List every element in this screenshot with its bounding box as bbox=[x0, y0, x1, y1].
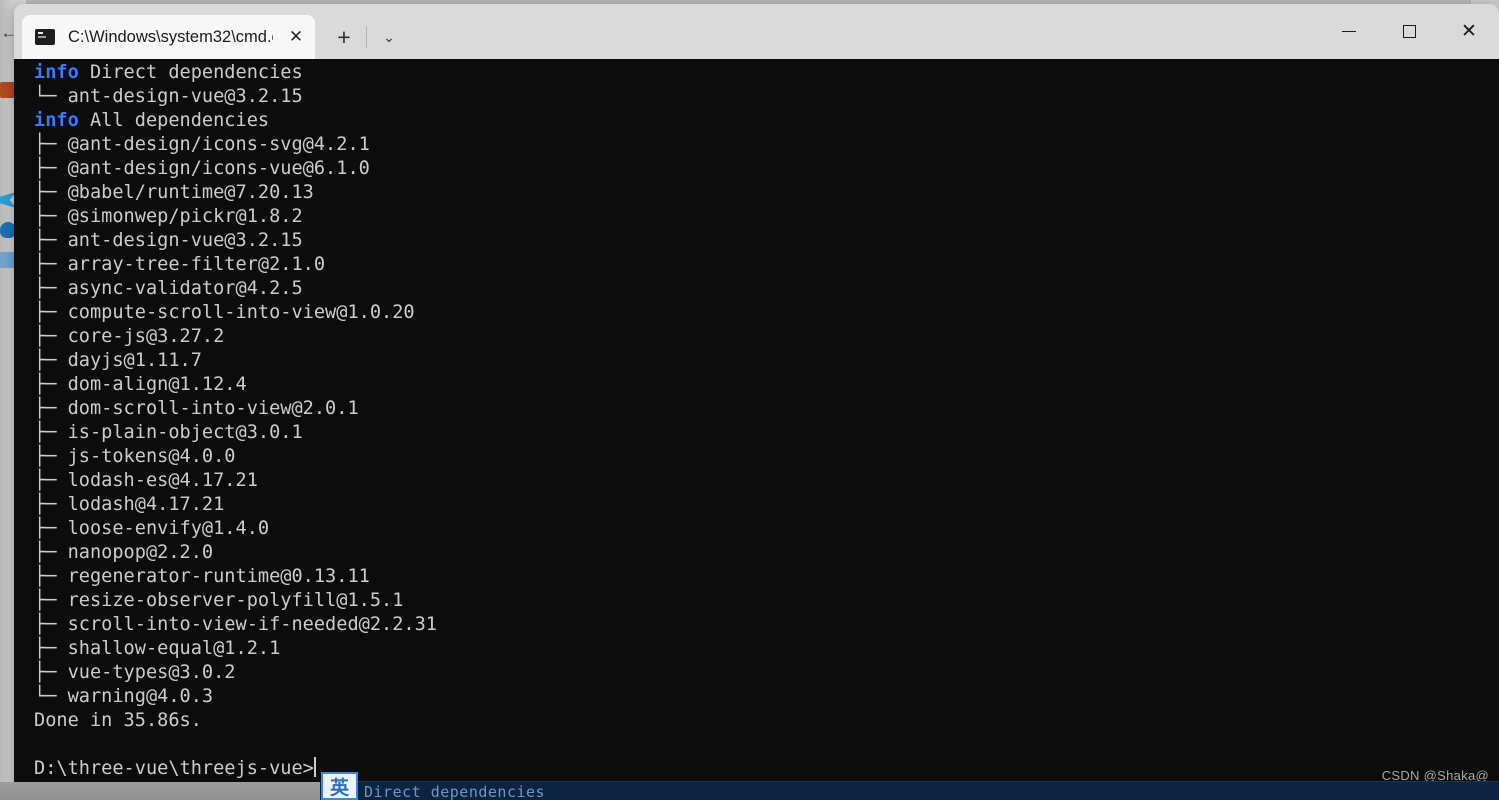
text-cursor bbox=[313, 757, 316, 777]
console-line-text: Done in 35.86s. bbox=[34, 710, 202, 731]
close-icon: ✕ bbox=[1461, 21, 1477, 42]
console-line: info All dependencies bbox=[34, 109, 1499, 133]
ime-candidate-bar[interactable]: Direct dependencies bbox=[320, 781, 1499, 800]
dependency-entry: ├─ core-js@3.27.2 bbox=[34, 326, 225, 347]
console-line: ├─ resize-observer-polyfill@1.5.1 bbox=[34, 589, 1499, 613]
tab-separator bbox=[366, 26, 367, 48]
dependency-entry: ├─ @babel/runtime@7.20.13 bbox=[34, 182, 314, 203]
console-line-text: Direct dependencies bbox=[78, 62, 303, 83]
maximize-button[interactable] bbox=[1379, 4, 1439, 59]
dependency-entry: ├─ loose-envify@1.4.0 bbox=[34, 518, 270, 539]
console-line: └─ warning@4.0.3 bbox=[34, 685, 1499, 709]
console-line: ├─ array-tree-filter@2.1.0 bbox=[34, 253, 1499, 277]
console-line: ├─ lodash-es@4.17.21 bbox=[34, 469, 1499, 493]
dependency-entry: ├─ dom-scroll-into-view@2.0.1 bbox=[34, 398, 359, 419]
dependency-entry: ├─ resize-observer-polyfill@1.5.1 bbox=[34, 590, 404, 611]
close-tab-icon[interactable]: ✕ bbox=[283, 24, 309, 50]
console-line: ├─ compute-scroll-into-view@1.0.20 bbox=[34, 301, 1499, 325]
dependency-entry: ├─ compute-scroll-into-view@1.0.20 bbox=[34, 302, 415, 323]
console-prompt: D:\three-vue\threejs-vue> bbox=[34, 758, 314, 779]
tab-title: C:\Windows\system32\cmd.e: bbox=[68, 27, 273, 46]
dependency-entry: ├─ nanopop@2.2.0 bbox=[34, 542, 214, 563]
console-line: ├─ @simonwep/pickr@1.8.2 bbox=[34, 205, 1499, 229]
console-line: ├─ core-js@3.27.2 bbox=[34, 325, 1499, 349]
new-tab-button[interactable]: + bbox=[327, 20, 361, 54]
console-line: ├─ dayjs@1.11.7 bbox=[34, 349, 1499, 373]
dependency-entry: ├─ array-tree-filter@2.1.0 bbox=[34, 254, 326, 275]
dependency-entry: ├─ @ant-design/icons-svg@4.2.1 bbox=[34, 134, 370, 155]
chevron-down-icon[interactable]: ⌄ bbox=[372, 20, 406, 54]
console-line: ├─ dom-scroll-into-view@2.0.1 bbox=[34, 397, 1499, 421]
dependency-entry: ├─ regenerator-runtime@0.13.11 bbox=[34, 566, 370, 587]
console-line: ├─ dom-align@1.12.4 bbox=[34, 373, 1499, 397]
ime-candidate-text: Direct dependencies bbox=[364, 783, 546, 800]
dependency-entry: ├─ is-plain-object@3.0.1 bbox=[34, 422, 303, 443]
dependency-entry: ├─ scroll-into-view-if-needed@2.2.31 bbox=[34, 614, 437, 635]
console-line: D:\three-vue\threejs-vue> bbox=[34, 757, 1499, 781]
console-info-tag: info bbox=[34, 62, 79, 83]
console-line: ├─ ant-design-vue@3.2.15 bbox=[34, 229, 1499, 253]
console-line-text: All dependencies bbox=[78, 110, 270, 131]
console-line: ├─ @babel/runtime@7.20.13 bbox=[34, 181, 1499, 205]
console-line: ├─ loose-envify@1.4.0 bbox=[34, 517, 1499, 541]
ime-mode-icon[interactable]: 英 bbox=[321, 772, 358, 800]
console-line: ├─ @ant-design/icons-svg@4.2.1 bbox=[34, 133, 1499, 157]
minimize-button[interactable] bbox=[1319, 4, 1379, 59]
console-line: ├─ is-plain-object@3.0.1 bbox=[34, 421, 1499, 445]
console-line: ├─ vue-types@3.0.2 bbox=[34, 661, 1499, 685]
console-line: info Direct dependencies bbox=[34, 61, 1499, 85]
console-line: ├─ async-validator@4.2.5 bbox=[34, 277, 1499, 301]
terminal-window: C:\Windows\system32\cmd.e: ✕ + ⌄ ✕ info … bbox=[14, 4, 1499, 796]
dependency-entry: ├─ lodash@4.17.21 bbox=[34, 494, 225, 515]
dependency-entry: ├─ js-tokens@4.0.0 bbox=[34, 446, 236, 467]
title-bar: C:\Windows\system32\cmd.e: ✕ + ⌄ ✕ bbox=[14, 4, 1499, 59]
console-line: ├─ shallow-equal@1.2.1 bbox=[34, 637, 1499, 661]
window-controls: ✕ bbox=[1319, 4, 1499, 59]
dependency-entry: ├─ @simonwep/pickr@1.8.2 bbox=[34, 206, 303, 227]
screen: ← C:\Windows\system32\cmd.e: ✕ + ⌄ ✕ inf… bbox=[0, 0, 1499, 800]
console-line: ├─ js-tokens@4.0.0 bbox=[34, 445, 1499, 469]
console-info-tag: info bbox=[34, 110, 79, 131]
console-line: Done in 35.86s. bbox=[34, 709, 1499, 733]
console-line: ├─ @ant-design/icons-vue@6.1.0 bbox=[34, 157, 1499, 181]
minimize-icon bbox=[1342, 30, 1356, 33]
dependency-entry: ├─ dayjs@1.11.7 bbox=[34, 350, 202, 371]
dependency-entry: ├─ lodash-es@4.17.21 bbox=[34, 470, 258, 491]
close-window-button[interactable]: ✕ bbox=[1439, 4, 1499, 59]
dependency-entry: └─ ant-design-vue@3.2.15 bbox=[34, 86, 303, 107]
console-output-area[interactable]: info Direct dependencies └─ ant-design-vu… bbox=[14, 59, 1499, 796]
dependency-entry: ├─ shallow-equal@1.2.1 bbox=[34, 638, 281, 659]
console-lines: info Direct dependencies └─ ant-design-vu… bbox=[34, 61, 1499, 781]
console-line: ├─ nanopop@2.2.0 bbox=[34, 541, 1499, 565]
console-line: ├─ scroll-into-view-if-needed@2.2.31 bbox=[34, 613, 1499, 637]
dependency-entry: ├─ ant-design-vue@3.2.15 bbox=[34, 230, 303, 251]
console-line: ├─ lodash@4.17.21 bbox=[34, 493, 1499, 517]
dependency-entry: ├─ dom-align@1.12.4 bbox=[34, 374, 247, 395]
tab-cmd[interactable]: C:\Windows\system32\cmd.e: ✕ bbox=[22, 15, 315, 59]
console-line: ├─ regenerator-runtime@0.13.11 bbox=[34, 565, 1499, 589]
console-icon bbox=[35, 29, 55, 45]
maximize-icon bbox=[1402, 25, 1416, 38]
dependency-entry: ├─ vue-types@3.0.2 bbox=[34, 662, 236, 683]
dependency-entry: ├─ async-validator@4.2.5 bbox=[34, 278, 303, 299]
dependency-entry: ├─ @ant-design/icons-vue@6.1.0 bbox=[34, 158, 370, 179]
console-line: └─ ant-design-vue@3.2.15 bbox=[34, 85, 1499, 109]
dependency-entry: └─ warning@4.0.3 bbox=[34, 686, 214, 707]
